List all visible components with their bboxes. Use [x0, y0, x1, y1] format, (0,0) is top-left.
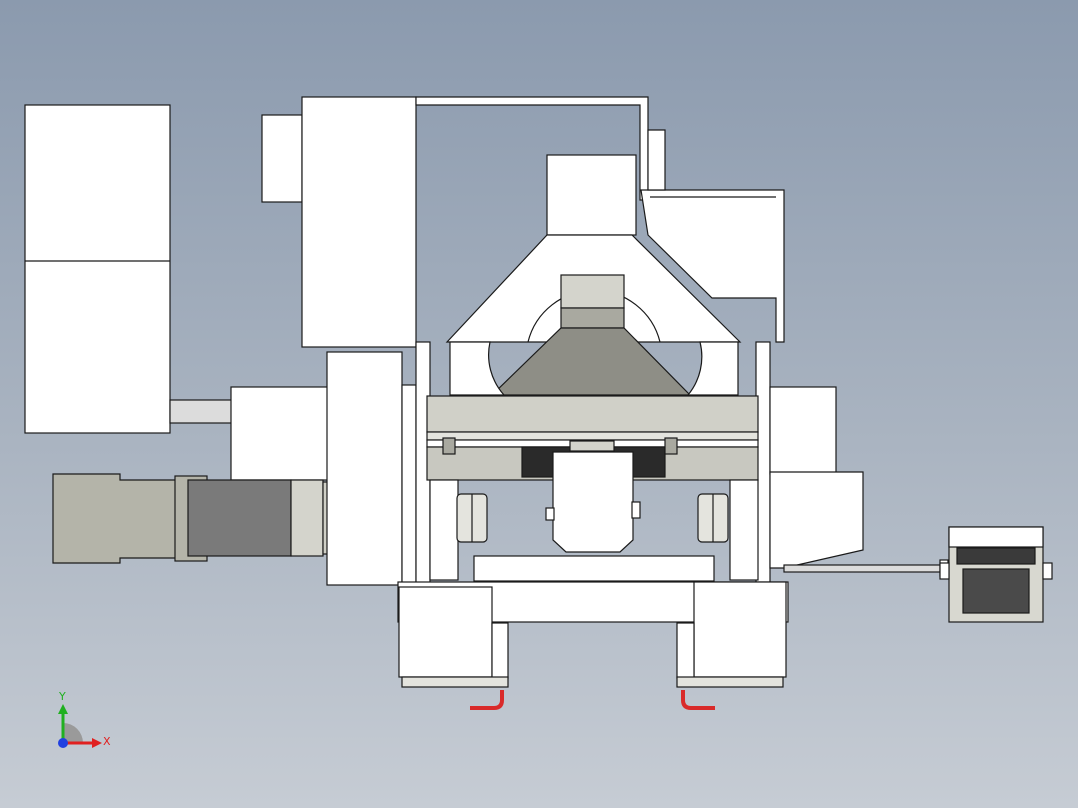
control-box[interactable] [939, 526, 1053, 623]
top-tower[interactable] [546, 154, 637, 236]
left-hose [470, 690, 504, 710]
top-left-small-box[interactable] [261, 114, 303, 203]
spindle-head[interactable] [552, 451, 634, 553]
z-axis-origin [58, 738, 68, 748]
machine-assembly: Y X [24, 96, 1053, 748]
right-lower-block[interactable] [769, 471, 864, 569]
control-cable [783, 564, 945, 573]
right-hose [681, 690, 715, 710]
left-enclosure-box[interactable] [24, 104, 171, 434]
connecting-shaft [169, 399, 233, 424]
lower-crossbar [473, 555, 715, 582]
left-roller [456, 493, 488, 543]
left-foot[interactable] [398, 586, 509, 688]
right-roller [697, 493, 729, 543]
right-side-block[interactable] [769, 386, 837, 475]
mid-left-block[interactable] [230, 386, 332, 481]
y-axis-label: Y [58, 690, 66, 703]
x-axis-label: X [103, 735, 111, 748]
left-side-slab[interactable] [326, 351, 403, 586]
axis-triad: Y X [58, 690, 111, 748]
top-main-box[interactable] [301, 96, 417, 348]
cad-viewport[interactable]: Y X [0, 0, 1078, 808]
